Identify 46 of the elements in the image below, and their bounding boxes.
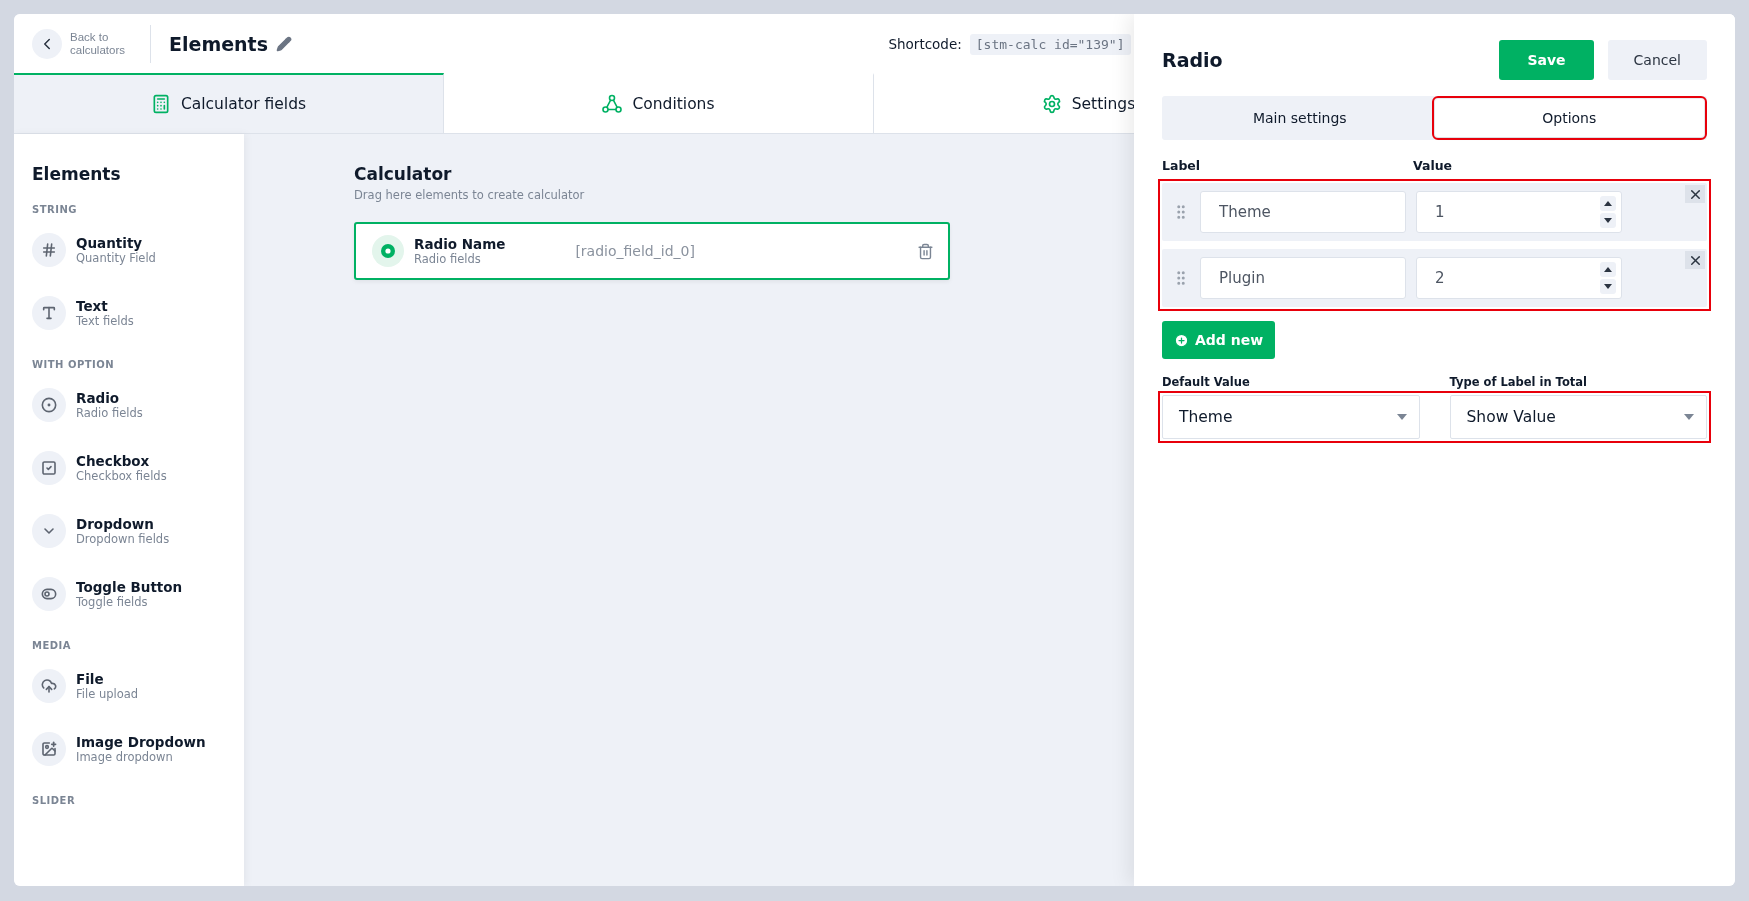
number-field[interactable]: 2 [1416,257,1622,299]
cancel-button[interactable]: Cancel [1607,40,1707,80]
select-label: Default Value [1162,375,1251,389]
group-heading: MEDIA [32,640,73,651]
shortcode-label: Shortcode: [888,36,962,52]
group-heading: SLIDER [32,795,77,806]
element-name[interactable]: Text [76,298,134,314]
calculator-hint: Drag here elements to create calculator [354,188,586,202]
calculator-title: Calculator [354,164,453,184]
element-name[interactable]: Quantity [76,235,156,251]
shortcode-text: [stm-calc id="139"] [969,33,1131,55]
input-field[interactable]: Theme [1200,191,1406,233]
field-id: [radio_field_id_0] [575,243,695,259]
element-subtitle: Toggle fields [76,595,149,609]
element-name[interactable]: Dropdown [76,516,170,532]
group-heading: WITH OPTION [32,359,116,370]
back-button[interactable]: Back to calculators [32,29,140,59]
element-name[interactable]: File [76,671,139,687]
select-field[interactable]: Show Value [1449,395,1707,439]
element-name[interactable]: Image Dropdown [76,734,206,750]
element-subtitle: Checkbox fields [76,469,167,483]
column-heading: Label [1162,158,1202,173]
field-type: Radio fields [414,252,482,266]
select-label: Type of Label in Total [1449,375,1589,389]
group-heading: STRING [32,204,79,215]
number-field[interactable]: 1 [1416,191,1622,233]
select-field[interactable]: Theme [1162,395,1420,439]
panel-tab[interactable]: Options [1434,99,1704,137]
sidebar-title: Elements [32,164,122,184]
element-subtitle: Radio fields [76,406,143,420]
panel-title: Radio [1162,49,1223,71]
element-name[interactable]: Radio [76,390,143,406]
element-subtitle: File upload [76,687,139,701]
page-title: Elements [169,33,268,55]
tab[interactable]: Calculator fields [14,73,444,133]
element-name[interactable]: Checkbox [76,453,167,469]
field-card[interactable]: Radio Name Radio fields [radio_field_id_0] [354,222,950,280]
field-name: Radio Name [414,236,506,252]
element-subtitle: Text fields [76,314,134,328]
tab[interactable]: Conditions [444,73,874,133]
element-subtitle: Quantity Field [76,251,156,265]
column-heading: Value [1413,158,1454,173]
input-field[interactable]: Plugin [1200,257,1406,299]
element-subtitle: Image dropdown [76,750,174,764]
element-name[interactable]: Toggle Button [76,579,183,595]
element-subtitle: Dropdown fields [76,532,170,546]
